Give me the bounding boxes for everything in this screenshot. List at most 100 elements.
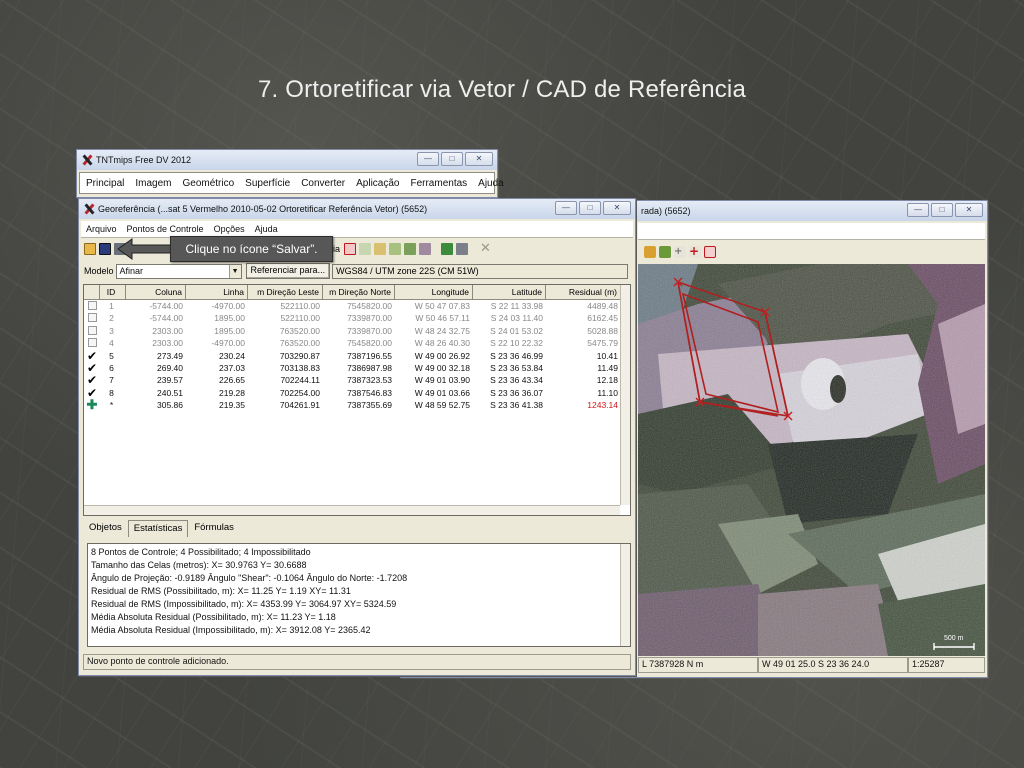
- menu-ajuda[interactable]: Ajuda: [250, 224, 283, 234]
- menu-pontos-de-controle[interactable]: Pontos de Controle: [122, 224, 209, 234]
- table-row[interactable]: 2 -5744.00 1895.00 522110.00 7339870.00 W 50 …: [84, 312, 630, 324]
- grid-tool-icon[interactable]: [404, 243, 417, 255]
- table-row[interactable]: ✔ 5 273.49 230.24 703290.87 7387196.55 W 49 00…: [84, 350, 630, 362]
- pointer-tool-icon[interactable]: [644, 246, 656, 258]
- cell-coluna: 240.51: [157, 387, 183, 398]
- close-icon[interactable]: ✕: [465, 152, 493, 166]
- cell-lon: W 49 01 03.66: [414, 387, 470, 398]
- row-checkbox-unchecked[interactable]: [84, 325, 100, 337]
- cell-coluna: 269.40: [157, 362, 183, 373]
- tntmips-titlebar[interactable]: TNTmips Free DV 2012 — □ ✕: [77, 150, 497, 170]
- apply-icon[interactable]: [441, 243, 454, 255]
- cell-norte: 7386987.98: [347, 362, 392, 373]
- row-checkbox-unchecked[interactable]: [84, 300, 100, 312]
- georeference-menubar: Arquivo Pontos de Controle Opções Ajuda: [81, 221, 633, 238]
- maximize-icon[interactable]: □: [931, 203, 953, 217]
- delete-point-icon[interactable]: [389, 243, 402, 255]
- table-row[interactable]: ✔ 8 240.51 219.28 702254.00 7387546.83 W 49 01…: [84, 387, 630, 399]
- maximize-icon[interactable]: □: [441, 152, 463, 166]
- georeference-window[interactable]: Georeferência (...sat 5 Vermelho 2010-05…: [78, 198, 636, 676]
- table-row[interactable]: 3 2303.00 1895.00 763520.00 7339870.00 W 48 2…: [84, 325, 630, 337]
- add-point-icon[interactable]: [359, 243, 372, 255]
- table-horizontal-scrollbar[interactable]: [84, 505, 620, 515]
- print-icon[interactable]: [456, 243, 469, 255]
- maximize-icon[interactable]: □: [579, 201, 601, 215]
- cell-coluna: -5744.00: [149, 313, 183, 324]
- statistics-panel: 8 Pontos de Controle; 4 Possibilitado; 4…: [87, 543, 631, 647]
- tntmips-app-icon: [81, 154, 93, 166]
- table-row[interactable]: ✔ 6 269.40 237.03 703138.83 7386987.98 W 49 00…: [84, 362, 630, 374]
- header-latitude[interactable]: Latitude: [473, 285, 546, 299]
- model-select[interactable]: Afinar ▼: [115, 263, 242, 279]
- tab-formulas[interactable]: Fórmulas: [188, 519, 240, 537]
- menu-arquivo[interactable]: Arquivo: [81, 224, 122, 234]
- header-norte[interactable]: m Direção Norte: [323, 285, 395, 299]
- header-residual[interactable]: Residual (m): [546, 285, 621, 299]
- menu-converter[interactable]: Converter: [295, 178, 350, 189]
- minimize-icon[interactable]: —: [555, 201, 577, 215]
- minimize-icon[interactable]: —: [417, 152, 439, 166]
- table-row[interactable]: ✔ 7 239.57 226.65 702244.11 7387323.53 W 49 01…: [84, 374, 630, 386]
- northing-readout: L 7387928 N m: [638, 657, 758, 673]
- crs-field[interactable]: WGS84 / UTM zone 22S (CM 51W): [332, 263, 629, 279]
- menu-opcoes[interactable]: Opções: [209, 224, 250, 234]
- header-id[interactable]: ID: [100, 285, 126, 299]
- move-point-icon[interactable]: [374, 243, 387, 255]
- image-canvas[interactable]: 500 m: [638, 264, 985, 656]
- cell-lat: S 23 36 46.99: [490, 350, 543, 361]
- header-linha[interactable]: Linha: [186, 285, 248, 299]
- statistics-scrollbar[interactable]: [620, 544, 630, 646]
- header-coluna[interactable]: Coluna: [126, 285, 186, 299]
- menu-ferramentas[interactable]: Ferramentas: [404, 178, 472, 189]
- crosshair-tool-icon[interactable]: +: [689, 245, 701, 258]
- minimize-icon[interactable]: —: [907, 203, 929, 217]
- checkmark-icon[interactable]: ✔: [84, 374, 100, 386]
- menu-aplicacao[interactable]: Aplicação: [350, 178, 404, 189]
- menu-superficie[interactable]: Superfície: [239, 178, 295, 189]
- reference-layer-icon[interactable]: [344, 243, 357, 255]
- cell-lon: W 48 59 52.75: [414, 400, 470, 411]
- tab-estatisticas[interactable]: Estatísticas: [127, 520, 189, 537]
- table-vertical-scrollbar[interactable]: [620, 285, 630, 505]
- tag-icon[interactable]: [419, 243, 432, 255]
- table-row[interactable]: 1 -5744.00 -4970.00 522110.00 7545820.00 W 50…: [84, 300, 630, 312]
- checkmark-icon[interactable]: ✔: [84, 350, 100, 362]
- cell-res: 1243.14: [587, 400, 618, 411]
- menu-geometrico[interactable]: Geométrico: [176, 178, 239, 189]
- tab-bar: Objetos Estatísticas Fórmulas: [83, 519, 240, 537]
- cell-norte: 7339870.00: [347, 325, 392, 336]
- status-bar: Novo ponto de controle adicionado.: [83, 654, 631, 670]
- new-point-plus-icon[interactable]: ✚: [84, 399, 100, 411]
- cell-linha: 237.03: [219, 362, 245, 373]
- chevron-down-icon[interactable]: ▼: [228, 264, 241, 278]
- table-row[interactable]: ✚ * 305.86 219.35 704261.91 7387355.69 W 48 59…: [84, 399, 630, 411]
- row-checkbox-unchecked[interactable]: [84, 337, 100, 349]
- header-longitude[interactable]: Longitude: [395, 285, 473, 299]
- close-icon[interactable]: ✕: [603, 201, 631, 215]
- checkmark-icon[interactable]: ✔: [84, 387, 100, 399]
- add-point-tool-icon[interactable]: +: [674, 246, 686, 258]
- reference-to-button[interactable]: Referenciar para...: [245, 263, 331, 279]
- cell-lon: W 50 46 57.11: [415, 313, 470, 324]
- menu-imagem[interactable]: Imagem: [129, 178, 176, 189]
- menu-principal[interactable]: Principal: [80, 178, 129, 189]
- checkmark-icon[interactable]: ✔: [84, 362, 100, 374]
- control-points-table[interactable]: ID Coluna Linha m Direção Leste m Direçã…: [83, 284, 631, 516]
- cancel-x-icon[interactable]: ✕: [480, 242, 491, 255]
- edit-point-tool-icon[interactable]: [659, 246, 671, 258]
- save-icon[interactable]: [99, 243, 111, 255]
- cell-leste: 704261.91: [279, 400, 320, 411]
- close-icon[interactable]: ✕: [955, 203, 983, 217]
- menu-ajuda[interactable]: Ajuda: [472, 178, 509, 189]
- table-row[interactable]: 4 2303.00 -4970.00 763520.00 7545820.00 W 48 …: [84, 337, 630, 349]
- tab-objetos[interactable]: Objetos: [83, 519, 128, 537]
- tntmips-main-window[interactable]: TNTmips Free DV 2012 — □ ✕ Principal Ima…: [76, 149, 504, 198]
- header-leste[interactable]: m Direção Leste: [248, 285, 323, 299]
- cell-lat: S 23 36 43.34: [490, 375, 543, 386]
- open-folder-icon[interactable]: [84, 243, 96, 255]
- cell-res: 6162.45: [587, 313, 618, 324]
- cell-res: 11.49: [597, 362, 618, 373]
- georeference-titlebar[interactable]: Georeferência (...sat 5 Vermelho 2010-05…: [79, 199, 635, 219]
- row-checkbox-unchecked[interactable]: [84, 312, 100, 324]
- measure-tool-icon[interactable]: [704, 246, 716, 258]
